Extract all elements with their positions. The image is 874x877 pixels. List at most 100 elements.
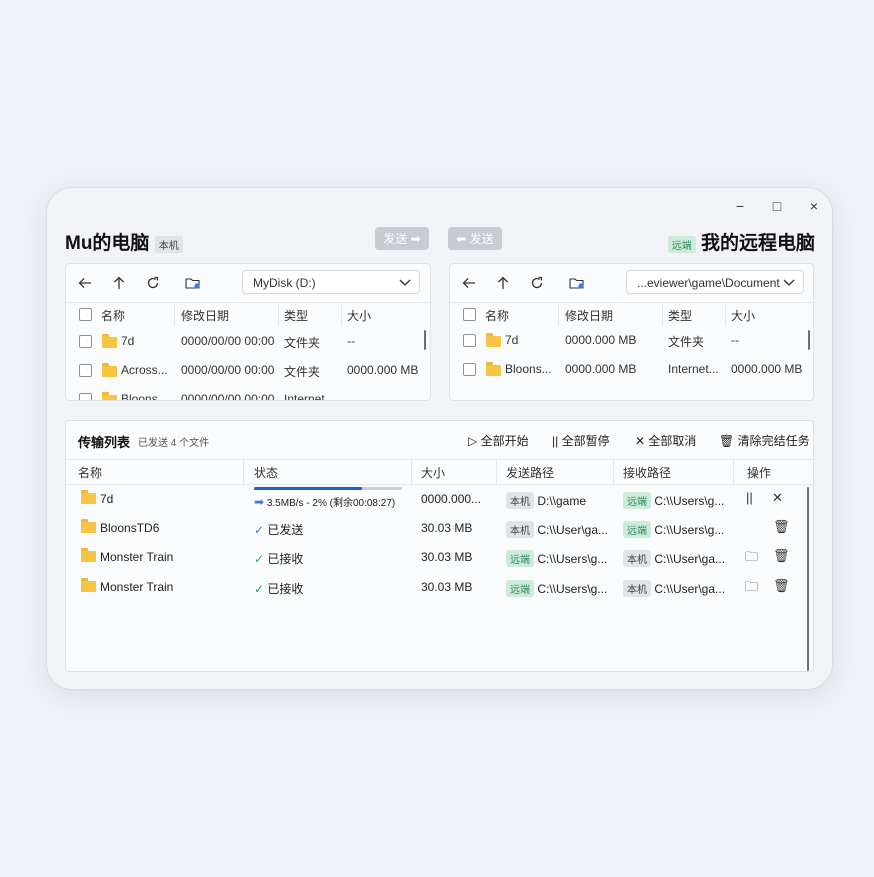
folder-settings-icon[interactable] [567,273,587,293]
clear-done-label: 清除完结任务 [737,434,810,448]
col-recv-path[interactable]: 接收路径 [623,464,671,481]
local-toolbar: MyDisk (D:) [66,264,430,303]
up-icon[interactable] [493,273,513,293]
send-to-remote-button[interactable]: 发送 ➡ [375,227,429,250]
recv-path-text: C:\\User\ga... [654,582,726,596]
start-all-button[interactable]: ▷ 全部开始 [468,432,529,449]
row-checkbox[interactable] [79,335,92,348]
check-icon: ✓ [254,582,265,596]
col-type[interactable]: 类型 [668,307,692,324]
col-size[interactable]: 大小 [731,307,755,324]
folder-icon [486,333,501,347]
file-date: 0000/00/00 00:00 [181,334,275,348]
transfer-row[interactable]: Monster Train ✓ 已接收 30.03 MB 远端 C:\\User… [66,542,813,571]
back-icon[interactable] [75,273,95,293]
file-type: 文件夹 [668,335,705,349]
table-row[interactable]: 7d 0000.000 MB 文件夹 -- [450,326,813,355]
local-title: Mu的电脑 本机 [65,228,183,255]
remote-toolbar: ...eviewer\game\Document [450,264,813,303]
local-column-header: 名称 修改日期 类型 大小 [66,302,430,326]
select-all-checkbox[interactable] [79,308,92,321]
remote-tag: 远端 [667,236,696,253]
file-type: 文件夹 [284,365,321,379]
trash-icon[interactable]: 🗑 [773,548,790,564]
send-to-local-button[interactable]: ⬅ 发送 [448,227,502,250]
col-name[interactable]: 名称 [101,307,125,324]
send-path-text: D:\\game [537,494,587,508]
close-button[interactable]: × [803,195,825,217]
pause-all-label: 全部暂停 [561,434,610,448]
transfer-panel: 传输列表 已发送 4 个文件 ▷ 全部开始 || 全部暂停 ✕ 全部取消 🗑 清… [65,420,814,672]
send-path: 本机 D:\\game [506,492,586,509]
folder-icon [102,363,117,377]
folder-settings-icon[interactable] [183,273,203,293]
folder-icon [102,334,117,348]
row-checkbox[interactable] [79,364,92,377]
col-name[interactable]: 名称 [485,307,509,324]
transfer-size: 30.03 MB [421,580,473,594]
local-path-value: MyDisk (D:) [253,276,316,290]
chevron-down-icon [783,271,795,303]
col-actions[interactable]: 操作 [747,464,771,481]
folder-icon [81,548,96,562]
col-status[interactable]: 状态 [254,464,278,481]
table-row[interactable]: 7d 0000/00/00 00:00 文件夹 -- [66,327,430,356]
col-size[interactable]: 大小 [347,307,371,324]
trash-icon[interactable]: 🗑 [773,578,790,594]
row-checkbox[interactable] [463,334,476,347]
local-path-select[interactable]: MyDisk (D:) [242,270,420,294]
local-title-text: Mu的电脑 [65,233,150,254]
transfer-row[interactable]: Monster Train ✓ 已接收 30.03 MB 远端 C:\\User… [66,572,813,601]
col-date[interactable]: 修改日期 [565,307,613,324]
transfer-status-text: 已接收 [267,582,304,596]
select-all-checkbox[interactable] [463,308,476,321]
recv-path: 远端 C:\\Users\g... [623,492,724,509]
table-row[interactable]: Bloons... 0000.000 MB Internet... 0000.0… [450,355,813,384]
remote-path-select[interactable]: ...eviewer\game\Document [626,270,804,294]
scrollbar[interactable] [807,487,809,671]
col-date[interactable]: 修改日期 [181,307,229,324]
minimize-button[interactable]: − [729,195,751,217]
pause-all-button[interactable]: || 全部暂停 [552,432,610,449]
up-icon[interactable] [109,273,129,293]
file-type: 文件夹 [284,336,321,350]
col-name[interactable]: 名称 [78,464,102,481]
pause-icon[interactable]: || [746,490,753,505]
file-type: Internet... [284,392,335,401]
refresh-icon[interactable] [143,273,163,293]
remote-title-text: 我的远程电脑 [700,233,815,254]
transfer-row[interactable]: BloonsTD6 ✓ 已发送 30.03 MB 本机 C:\\User\ga.… [66,513,813,542]
trash-icon[interactable]: 🗑 [773,519,790,535]
trash-icon: 🗑 [719,434,735,448]
progress-bar-fill [254,487,363,490]
folder-icon [486,362,501,376]
remote-path-value: ...eviewer\game\Document [637,276,780,290]
cancel-all-button[interactable]: ✕ 全部取消 [635,432,696,449]
send-path-text: C:\\User\ga... [537,523,609,537]
col-size[interactable]: 大小 [421,464,445,481]
refresh-icon[interactable] [527,273,547,293]
transfer-row[interactable]: 7d ➡ 3.5MB/s - 2% (剩余00:08:27) 0000.000.… [66,484,813,513]
file-name: Bloons... [505,362,552,376]
maximize-button[interactable]: □ [766,195,788,217]
back-icon[interactable] [459,273,479,293]
clear-done-button[interactable]: 🗑 清除完结任务 [719,432,810,449]
arrow-right-icon: ➡ [254,495,265,509]
row-checkbox[interactable] [79,393,92,400]
close-icon[interactable]: ✕ [772,490,783,506]
col-send-path[interactable]: 发送路径 [506,464,554,481]
send-path-text: C:\\Users\g... [537,582,608,596]
file-name: Across... [121,363,168,377]
transfer-status: ✓ 已接收 [254,550,303,567]
table-row[interactable]: Across... 0000/00/00 00:00 文件夹 0000.000 … [66,356,430,385]
folder-open-icon[interactable]: 🗀 [745,578,758,600]
progress-bar [254,487,402,490]
table-row[interactable]: Bloons... 0000/00/00 00:00 Internet... [66,385,430,401]
col-type[interactable]: 类型 [284,307,308,324]
scrollbar[interactable] [808,330,810,350]
folder-open-icon[interactable]: 🗀 [745,548,758,570]
row-checkbox[interactable] [463,363,476,376]
check-icon: ✓ [254,552,265,566]
transfer-column-header: 名称 状态 大小 发送路径 接收路径 操作 [66,459,813,485]
scrollbar[interactable] [424,330,426,350]
